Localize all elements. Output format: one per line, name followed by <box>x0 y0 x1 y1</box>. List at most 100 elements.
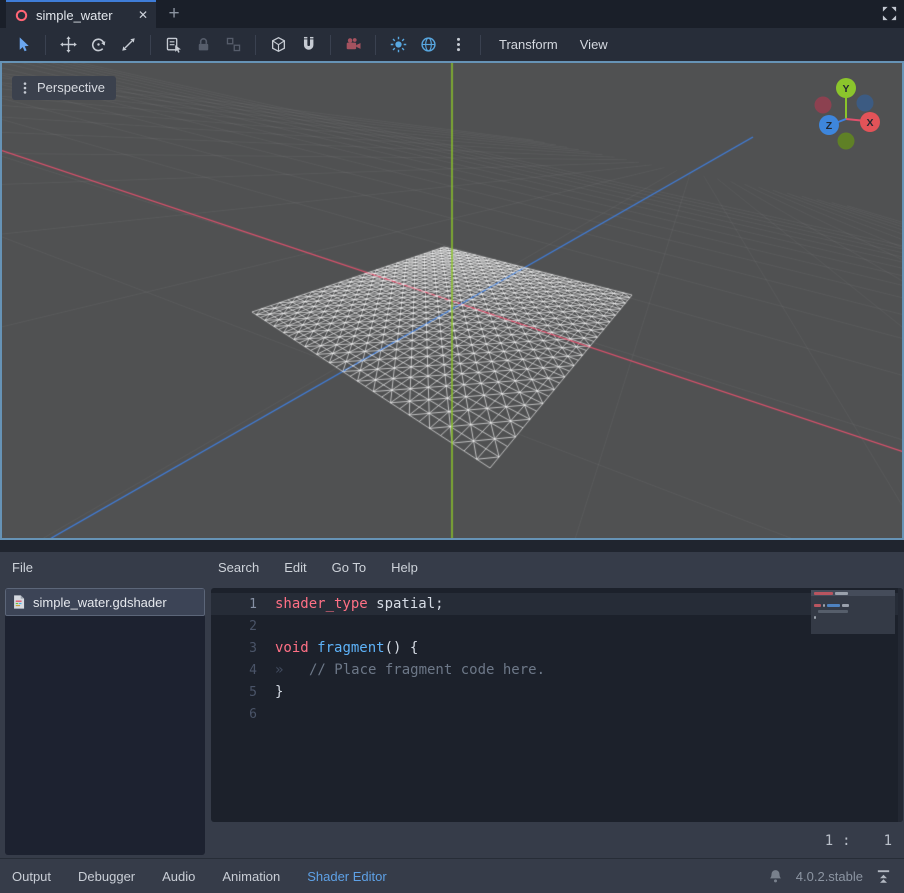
snap-magnet-icon <box>300 36 317 53</box>
line-number: 1 <box>211 597 257 612</box>
selection-list-tool-button[interactable] <box>158 32 188 58</box>
editor-menu-search[interactable]: Search <box>218 560 259 575</box>
scale-tool-button[interactable] <box>113 32 143 58</box>
godot-editor-window: { "colors": { "accent_blue": "#3f7dd8", … <box>0 0 904 893</box>
editor-menu-help[interactable]: Help <box>391 560 418 575</box>
status-bar: Output Debugger Audio Animation Shader Edito… <box>0 858 904 893</box>
editor-menu-bar: Search Edit Go To Help <box>218 560 418 575</box>
line-number: 5 <box>211 685 257 700</box>
mesh-tool-button[interactable] <box>263 32 293 58</box>
selection-list-icon <box>165 36 182 53</box>
notification-bell-icon[interactable] <box>767 868 784 885</box>
code-text: } <box>257 684 283 700</box>
editor-menu-edit[interactable]: Edit <box>284 560 306 575</box>
mesh-cube-icon <box>270 36 287 53</box>
code-line-5[interactable]: 5} <box>211 681 903 703</box>
file-menu[interactable]: File <box>12 560 33 575</box>
camera-preview-icon <box>345 36 362 53</box>
toolbar-separator <box>150 35 151 55</box>
gizmo-neg-z-ball[interactable] <box>857 95 874 112</box>
gizmo-neg-y-ball[interactable] <box>838 133 855 150</box>
caret-position: 1 : 1 <box>825 828 892 854</box>
caret-separator: : <box>842 833 850 849</box>
fullscreen-icon[interactable] <box>881 5 899 23</box>
more-options-tool-button[interactable] <box>443 32 473 58</box>
toolbar-separator <box>480 35 481 55</box>
tab-close-icon[interactable]: ✕ <box>138 9 148 21</box>
code-text: void fragment() { <box>257 640 418 656</box>
view-menu[interactable]: View <box>569 32 619 58</box>
gizmo-neg-x-ball[interactable] <box>815 97 832 114</box>
transform-menu[interactable]: Transform <box>488 32 569 58</box>
code-text: shader_type spatial; <box>257 596 444 612</box>
3d-viewport[interactable]: Perspective Y X Z <box>0 61 904 540</box>
dock-tab-animation[interactable]: Animation <box>222 869 280 884</box>
code-line-1[interactable]: 1shader_type spatial; <box>211 593 903 615</box>
code-minimap[interactable] <box>811 590 895 634</box>
file-list-item[interactable]: simple_water.gdshader <box>5 588 205 616</box>
shader-file-icon <box>12 594 27 610</box>
lighting-tool-button[interactable] <box>383 32 413 58</box>
camera-preview-tool-button[interactable] <box>338 32 368 58</box>
snap-tool-button[interactable] <box>293 32 323 58</box>
shader-file-list: simple_water.gdshader <box>5 588 205 855</box>
code-line-2[interactable]: 2 <box>211 615 903 637</box>
perspective-menu[interactable]: Perspective <box>12 76 116 100</box>
code-line-3[interactable]: 3void fragment() { <box>211 637 903 659</box>
editor-scrollbar[interactable] <box>898 588 903 822</box>
perspective-label: Perspective <box>37 80 105 95</box>
axis-gizmo[interactable]: Y X Z <box>802 69 894 159</box>
group-icon <box>225 36 242 53</box>
environment-globe-icon <box>420 36 437 53</box>
dots-vertical-icon <box>20 81 30 95</box>
editor-menu-go-to[interactable]: Go To <box>332 560 366 575</box>
expand-bottom-panel-icon[interactable] <box>875 868 892 885</box>
file-name: simple_water.gdshader <box>33 595 167 610</box>
dock-tab-shader-editor[interactable]: Shader Editor <box>307 869 387 884</box>
move-icon <box>60 36 77 53</box>
scene-tab-title: simple_water <box>36 8 131 23</box>
new-tab-button[interactable]: + <box>163 2 185 26</box>
scene-tab-bar: simple_water ✕ + <box>0 0 904 28</box>
line-number: 3 <box>211 641 257 656</box>
environment-tool-button[interactable] <box>413 32 443 58</box>
scene-tab-simple-water[interactable]: simple_water ✕ <box>6 0 156 28</box>
scale-icon <box>120 36 137 53</box>
caret-line: 1 <box>825 833 833 849</box>
toolbar-separator <box>375 35 376 55</box>
code-lines: 1shader_type spatial;23void fragment() {… <box>211 588 903 725</box>
more-options-dots-icon <box>450 36 467 53</box>
code-editor[interactable]: 1shader_type spatial;23void fragment() {… <box>211 588 903 822</box>
select-arrow-icon <box>15 36 32 53</box>
select-tool-button[interactable] <box>8 32 38 58</box>
bottom-dock-tabs: Output Debugger Audio Animation Shader Edito… <box>12 869 414 884</box>
dock-tab-debugger[interactable]: Debugger <box>78 869 135 884</box>
line-number: 4 <box>211 663 257 678</box>
dock-tab-output[interactable]: Output <box>12 869 51 884</box>
line-number: 6 <box>211 707 257 722</box>
group-tool-button[interactable] <box>218 32 248 58</box>
lock-tool-button[interactable] <box>188 32 218 58</box>
gizmo-z-label: Z <box>826 120 833 132</box>
move-tool-button[interactable] <box>53 32 83 58</box>
toolbar-separator <box>330 35 331 55</box>
rotate-icon <box>90 36 107 53</box>
code-line-6[interactable]: 6 <box>211 703 903 725</box>
minimap-line <box>811 620 895 626</box>
code-line-4[interactable]: 4»// Place fragment code here. <box>211 659 903 681</box>
gizmo-x-label: X <box>866 117 873 129</box>
sun-light-icon <box>390 36 407 53</box>
code-text: »// Place fragment code here. <box>257 662 545 678</box>
shader-editor-panel: File Search Edit Go To Help simple_water.gd… <box>0 540 904 858</box>
dock-tab-audio[interactable]: Audio <box>162 869 195 884</box>
viewport-toolbar: TransformView <box>0 28 904 61</box>
toolbar-separator <box>45 35 46 55</box>
caret-column: 1 <box>884 833 892 849</box>
panel-top-strip <box>0 540 904 552</box>
version-label: 4.0.2.stable <box>796 869 863 884</box>
line-number: 2 <box>211 619 257 634</box>
scene-circle-icon <box>14 8 29 23</box>
gizmo-y-label: Y <box>842 83 849 95</box>
3d-scene-canvas[interactable] <box>2 63 902 538</box>
rotate-tool-button[interactable] <box>83 32 113 58</box>
